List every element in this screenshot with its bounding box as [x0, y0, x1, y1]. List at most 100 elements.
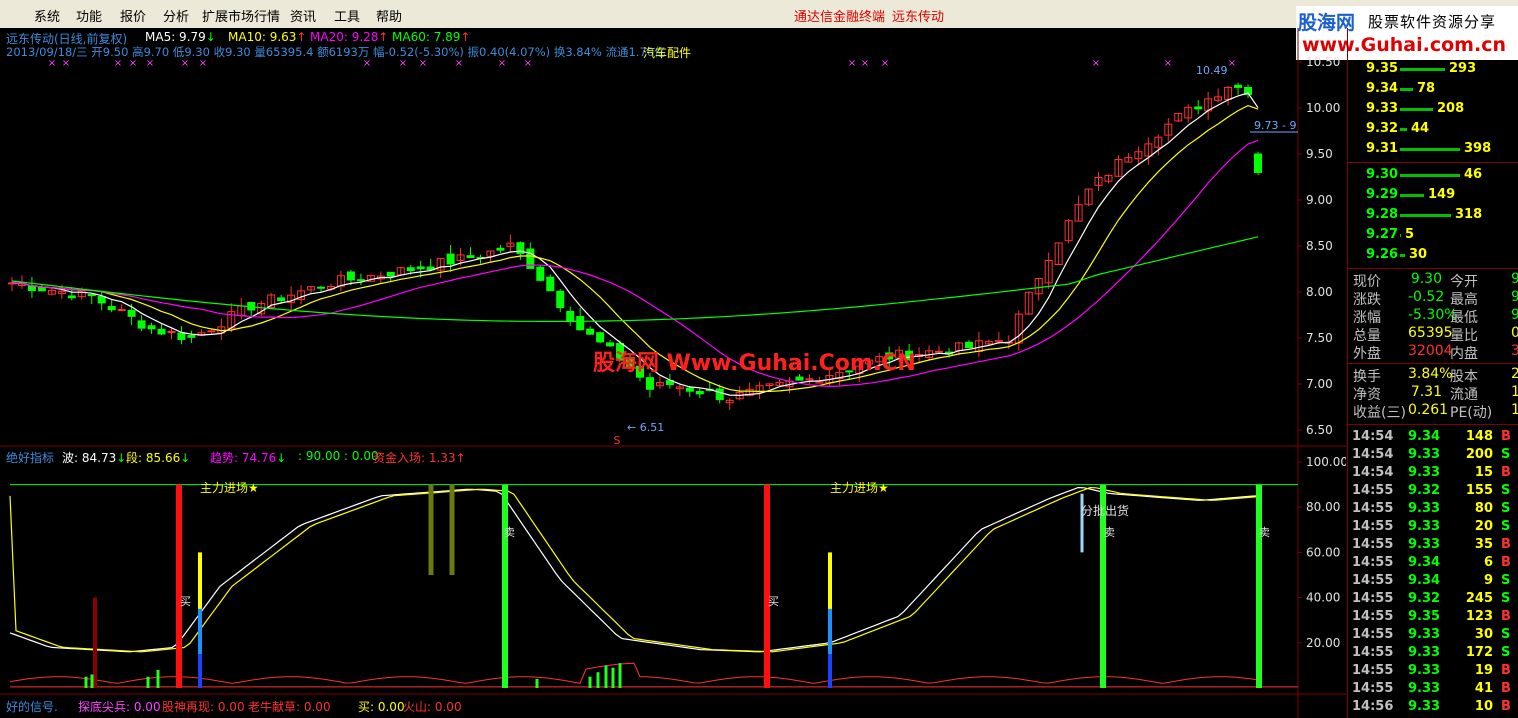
candle-body [1254, 153, 1262, 173]
tick-side: S [1501, 591, 1511, 606]
tick-price: 9.33 [1408, 681, 1441, 696]
tick-price: 9.33 [1408, 465, 1441, 480]
trend-readout: 趋势: 74.76↓ [210, 451, 287, 465]
menu-quote[interactable]: 报价 [120, 6, 146, 25]
menu-function[interactable]: 功能 [76, 6, 102, 25]
order-price: 9.34 [1366, 81, 1399, 96]
capital-line [9, 662, 1259, 684]
order-bar [1400, 174, 1460, 177]
stat-row: 涨跌 -0.52 最高 9 [1348, 288, 1518, 308]
tick-row: 14:55 9.33 80 S [1348, 500, 1518, 518]
signal-buy: 买: 0.00 [358, 700, 405, 714]
stat-value: 9 [1511, 271, 1518, 287]
tick-time: 14:55 [1352, 663, 1394, 678]
stat-key: 内盘 [1450, 346, 1478, 362]
tick-price: 9.33 [1408, 537, 1441, 552]
order-price: 9.33 [1366, 101, 1399, 116]
trend-bar-blue [828, 608, 832, 655]
stat-value: 9.30 [1410, 271, 1442, 287]
tick-time: 14:54 [1352, 429, 1394, 444]
sell-signal-bar [1256, 484, 1262, 688]
tick-volume: 148 [1465, 429, 1493, 444]
dark-red-bar [93, 597, 97, 688]
order-price: 9.30 [1366, 167, 1399, 182]
enter-label-2: 主力进场★ [830, 481, 889, 495]
order-volume: 5 [1405, 227, 1415, 242]
stat-key: 外盘 [1353, 346, 1381, 362]
watermark-text: 股海网 Www.Guhai.Com.CN [593, 350, 916, 376]
ma20-line [11, 139, 1259, 388]
tick-time: 14:55 [1352, 627, 1394, 642]
ma10-readout: MA10: 9.63↑ [228, 30, 307, 44]
stat-row: 外盘 32004内盘 33 [1348, 342, 1518, 362]
buy-signal-bar [764, 484, 770, 688]
enter-label-1: 主力进场★ [200, 481, 259, 495]
order-volume: 318 [1455, 207, 1483, 222]
candle-body [556, 290, 565, 309]
stat-key: PE(动) [1450, 405, 1493, 421]
menu-news[interactable]: 资讯 [290, 6, 316, 25]
stats-mid-separator [1348, 363, 1518, 364]
cross-marker: × [848, 58, 856, 69]
tick-time: 14:55 [1352, 573, 1394, 588]
menu-analysis[interactable]: 分析 [163, 6, 189, 25]
candle-body [117, 309, 126, 312]
stat-value: 2.8 [1511, 366, 1518, 382]
price-tick-label: 6.50 [1306, 423, 1333, 437]
tick-side: S [1501, 447, 1511, 462]
low-price-label: ← 6.51 [627, 421, 664, 434]
tick-row: 14:55 9.34 6 B [1348, 554, 1518, 572]
tick-time: 14:55 [1352, 483, 1394, 498]
indicator-tick-label: 80.00 [1306, 500, 1340, 514]
tick-volume: 155 [1465, 483, 1493, 498]
high-price-label: 10.49 [1196, 64, 1228, 77]
tick-time: 14:54 [1352, 465, 1394, 480]
trend-bar-blue [198, 608, 202, 655]
order-bar [1400, 108, 1433, 111]
order-buy-row: 9.28 318 [1348, 206, 1518, 224]
order-volume: 208 [1437, 101, 1465, 116]
kline-chart-area[interactable]: 10.50 10.00 9.50 9.00 8.50 8.00 7.50 7.00 6.50 × ×… [0, 28, 1346, 718]
signal-old-bull: 老牛献草: 0.00 [248, 700, 331, 714]
order-buy-row: 9.26 30 [1348, 246, 1518, 264]
menu-help[interactable]: 帮助 [376, 6, 402, 25]
stat-value: 65395 [1408, 325, 1453, 341]
menu-system[interactable]: 系统 [34, 6, 60, 25]
candle-body [137, 320, 146, 329]
stat-value: 9 [1511, 307, 1518, 323]
chart-canvas[interactable]: 10.50 10.00 9.50 9.00 8.50 8.00 7.50 7.00 6.50 × ×… [0, 28, 1346, 718]
tick-row: 14:55 9.33 30 S [1348, 626, 1518, 644]
order-buy-row: 9.29 149 [1348, 186, 1518, 204]
tick-side: S [1501, 573, 1511, 588]
tick-time: 14:55 [1352, 681, 1394, 696]
price-tick-label: 7.50 [1306, 331, 1333, 345]
order-price: 9.29 [1366, 187, 1399, 202]
tick-side: S [1501, 501, 1511, 516]
candle-body [277, 297, 286, 302]
trend-bar-blue [828, 654, 832, 688]
app-title: 通达信金融终端 [794, 10, 886, 25]
tick-price: 9.33 [1408, 663, 1441, 678]
volume-signal-bar [156, 669, 160, 688]
stat-row: 现价 9.30 今开 9 [1348, 270, 1518, 290]
sell-label-2: 卖 [1104, 526, 1115, 539]
tick-row: 14:55 9.34 9 S [1348, 572, 1518, 590]
candle-body [386, 271, 395, 277]
dispatch-bar [1080, 493, 1084, 553]
tick-row: 14:55 9.33 35 B [1348, 536, 1518, 554]
tick-row: 14:55 9.32 155 S [1348, 482, 1518, 500]
tick-price: 9.33 [1408, 519, 1441, 534]
candle-body [87, 293, 96, 297]
candle-body [566, 310, 575, 322]
volume-signal-bar [588, 676, 592, 688]
candle-body [187, 335, 196, 338]
volume-signal-bar [535, 678, 539, 688]
menu-tools[interactable]: 工具 [334, 6, 360, 25]
menu-extended-market[interactable]: 扩展市场行情 [202, 6, 280, 25]
tick-volume: 19 [1474, 663, 1493, 678]
candle-body [416, 266, 425, 270]
cross-marker: × [861, 58, 869, 69]
candle-body [715, 388, 724, 401]
tick-side: S [1501, 519, 1511, 534]
sell-signal-bar [502, 484, 508, 688]
